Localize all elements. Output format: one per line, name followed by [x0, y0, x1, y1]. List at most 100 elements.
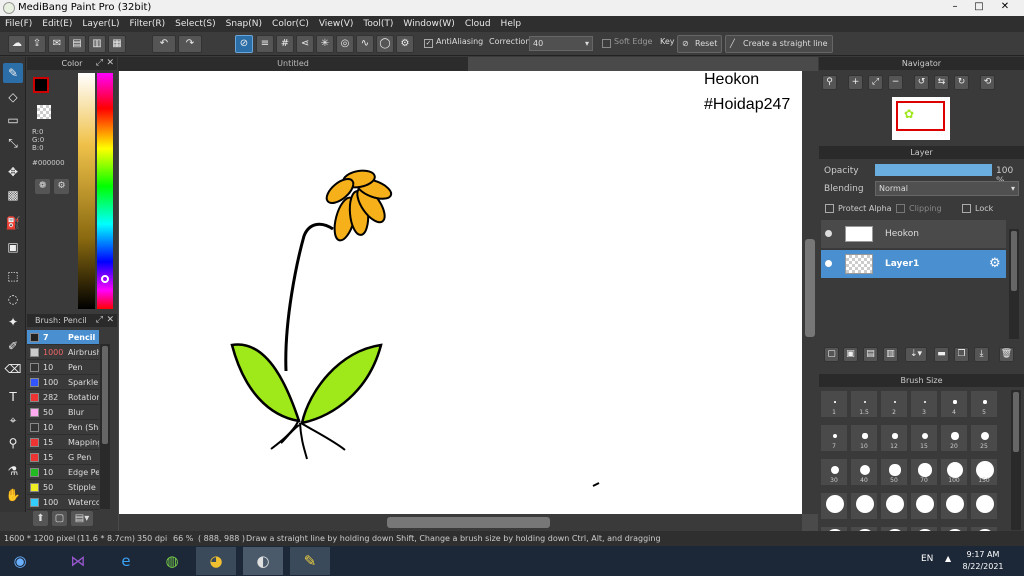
brush-item[interactable]: 10 Edge Pen — [27, 465, 99, 480]
add-brush-icon[interactable]: ⬆ — [33, 511, 48, 526]
brush-size-cell[interactable] — [820, 492, 848, 520]
menu-file[interactable]: File(F) — [0, 16, 37, 32]
cloud-icon[interactable]: ☁ — [8, 35, 26, 53]
brush-size-cell[interactable]: 40 — [850, 458, 878, 486]
straight-line-button[interactable]: ╱ Create a straight line — [725, 35, 833, 53]
zoom-in-icon[interactable]: + — [848, 75, 863, 90]
brush-menu-icon[interactable]: ▤▾ — [71, 511, 93, 526]
lock-checkbox[interactable] — [962, 204, 971, 213]
brush-item[interactable]: 15 Mapping — [27, 435, 99, 450]
brush-item[interactable]: 1000 Airbrush — [27, 345, 99, 360]
select-pen-icon[interactable]: ✐ — [3, 336, 23, 356]
circle-snap-icon[interactable]: ◯ — [376, 35, 394, 53]
menu-help[interactable]: Help — [496, 16, 527, 32]
brush-size-cell[interactable] — [940, 492, 968, 520]
menu-cloud[interactable]: Cloud — [460, 16, 496, 32]
paint-icon[interactable]: ✎ — [290, 547, 330, 575]
merge-layer-icon[interactable]: ⤓ — [974, 347, 989, 362]
chrome-icon[interactable]: ◕ — [196, 547, 236, 575]
document-tab[interactable]: Untitled — [118, 57, 468, 71]
medibang-icon[interactable]: ◐ — [243, 547, 283, 575]
lasso-tool-icon[interactable]: ◌ — [3, 289, 23, 309]
brush-list-scrollbar[interactable] — [100, 344, 110, 509]
brush-size-cell[interactable] — [910, 492, 938, 520]
text-tool-icon[interactable]: T — [3, 387, 23, 407]
operation-tool-icon[interactable]: ⌖ — [3, 410, 23, 430]
perspective-snap-icon[interactable]: ⋖ — [296, 35, 314, 53]
vertical-scrollbar[interactable] — [802, 71, 818, 514]
opacity-slider[interactable] — [875, 164, 992, 176]
brush-size-cell[interactable]: 15 — [910, 424, 938, 452]
brush-item[interactable]: 100 Watercolor — [27, 495, 99, 510]
layer-menu-icon[interactable]: ⇣▾ — [905, 347, 927, 362]
menu-snap[interactable]: Snap(N) — [221, 16, 267, 32]
visibility-icon[interactable] — [825, 230, 832, 237]
eraser-tool-icon[interactable]: ◇ — [3, 87, 23, 107]
menu-tool[interactable]: Tool(T) — [358, 16, 398, 32]
rotate-right-icon[interactable]: ↻ — [954, 75, 969, 90]
brush-size-cell[interactable]: 5 — [970, 390, 998, 418]
canvas[interactable]: Heokon #Hoidap247 — [119, 71, 802, 514]
internet-explorer-icon[interactable]: e — [106, 547, 146, 575]
brush-size-cell[interactable]: 12 — [880, 424, 908, 452]
brush-item[interactable]: 10 Pen — [27, 360, 99, 375]
comment-icon[interactable]: ✉ — [48, 35, 66, 53]
app-icon-green[interactable]: ◍ — [152, 547, 192, 575]
brush-size-cell[interactable] — [880, 492, 908, 520]
curve-snap-icon[interactable]: ∿ — [356, 35, 374, 53]
foreground-color-swatch[interactable] — [33, 77, 49, 93]
menu-filter[interactable]: Filter(R) — [125, 16, 171, 32]
brush-size-scrollbar[interactable] — [1011, 390, 1021, 530]
menu-layer[interactable]: Layer(L) — [77, 16, 124, 32]
eyedropper-icon[interactable]: ⚗ — [3, 461, 23, 481]
brush-item[interactable]: 15 G Pen — [27, 450, 99, 465]
layer-row-heokon[interactable]: Heokon — [821, 220, 1006, 248]
page-icon[interactable]: ▥ — [88, 35, 106, 53]
close-button[interactable]: ✕ — [994, 0, 1016, 14]
reset-view-icon[interactable]: ⟲ — [980, 75, 995, 90]
share-icon[interactable]: ⇪ — [28, 35, 46, 53]
brush-size-cell[interactable]: 4 — [940, 390, 968, 418]
dropper-tool-icon[interactable]: ⚲ — [3, 433, 23, 453]
brush-size-cell[interactable]: 1.5 — [850, 390, 878, 418]
layer-row-layer1[interactable]: Layer1 ⚙ — [821, 250, 1006, 278]
start-icon[interactable]: ◉ — [0, 547, 40, 575]
flip-icon[interactable]: ⇆ — [934, 75, 949, 90]
hand-tool-icon[interactable]: ✋ — [3, 485, 23, 505]
concentric-snap-icon[interactable]: ◎ — [336, 35, 354, 53]
clipping-checkbox[interactable] — [896, 204, 905, 213]
brush-item[interactable]: 10 Pen (Sharp) — [27, 420, 99, 435]
brush-item[interactable]: 7 Pencil — [27, 330, 99, 345]
folder-icon[interactable]: ▬ — [934, 347, 949, 362]
zoom-icon[interactable]: ⚲ — [822, 75, 837, 90]
minimize-button[interactable]: – — [944, 0, 966, 14]
brush-size-cell[interactable]: 100 — [940, 458, 968, 486]
close-icon[interactable]: ✕ — [106, 57, 114, 70]
horizontal-scrollbar[interactable] — [119, 514, 802, 531]
redo-icon[interactable]: ↷ — [178, 35, 202, 53]
layer-scrollbar[interactable] — [1009, 229, 1019, 339]
fill-tool-icon[interactable]: ▩ — [3, 185, 23, 205]
brush-item[interactable]: 100 Sparkle — [27, 375, 99, 390]
dot-tool-icon[interactable]: ⤡ — [3, 133, 23, 153]
gradient-tool-icon[interactable]: ▣ — [3, 237, 23, 257]
brush-size-cell[interactable]: 10 — [850, 424, 878, 452]
brush-size-cell[interactable]: 30 — [820, 458, 848, 486]
blending-select[interactable]: Normal ▾ — [875, 181, 1019, 196]
protect-alpha-checkbox[interactable] — [825, 204, 834, 213]
menu-select[interactable]: Select(S) — [170, 16, 221, 32]
menu-edit[interactable]: Edit(E) — [37, 16, 77, 32]
no-snap-icon[interactable]: ⊘ — [235, 35, 253, 53]
brush-item[interactable]: 50 Stipple — [27, 480, 99, 495]
move-tool-icon[interactable]: ✥ — [3, 162, 23, 182]
rectangle-tool-icon[interactable]: ▭ — [3, 110, 23, 130]
antialiasing-checkbox[interactable]: ✓ — [424, 39, 433, 48]
radial-snap-icon[interactable]: ✳ — [316, 35, 334, 53]
visual-studio-icon[interactable]: ⋈ — [58, 547, 98, 575]
new-layer-icon[interactable]: ▢ — [824, 347, 839, 362]
new-brush-icon[interactable]: ▢ — [52, 511, 67, 526]
brush-size-cell[interactable] — [850, 492, 878, 520]
navigator-preview[interactable]: ✿ — [892, 97, 950, 140]
color-settings-icon[interactable]: ⚙ — [54, 179, 69, 194]
brush-size-cell[interactable]: 150 — [970, 458, 998, 486]
